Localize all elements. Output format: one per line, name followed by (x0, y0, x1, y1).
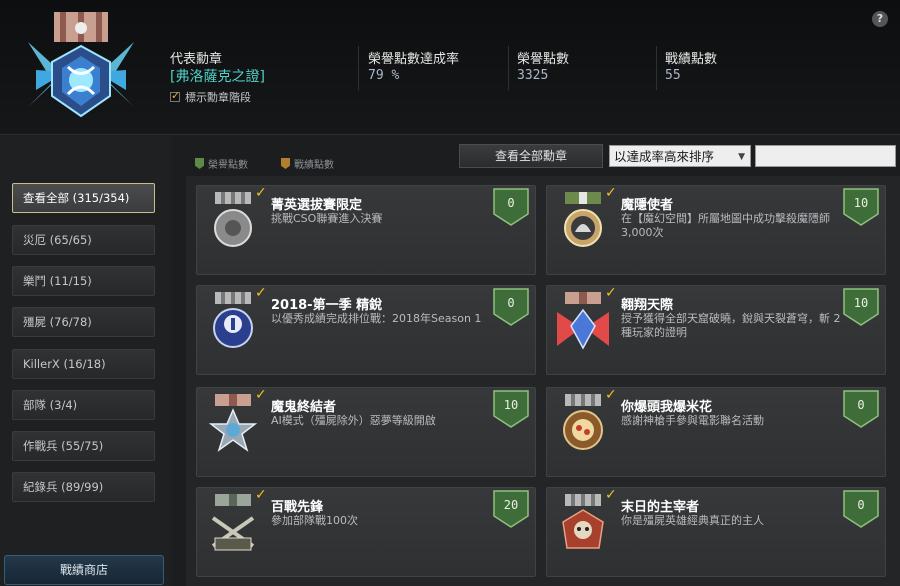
medal-title: 魔鬼終結者 (271, 400, 337, 415)
achieved-check-icon: ✓ (605, 285, 617, 301)
points-badge: 20 (493, 490, 529, 528)
points-value: 10 (853, 296, 869, 310)
achieved-check-icon: ✓ (255, 285, 267, 301)
sidebar-item-clan[interactable]: 部隊 (3/4) (12, 390, 155, 420)
medal-card[interactable]: ✓ 菁英選拔賽限定 挑戰CSO聯賽進入決賽 0 (196, 185, 536, 275)
rate-label: 榮譽點數達成率 (368, 52, 460, 67)
honor-flag-icon (195, 158, 204, 169)
chevron-down-icon: ▼ (738, 152, 745, 162)
achieved-check-icon: ✓ (605, 487, 617, 503)
points-value: 0 (507, 196, 515, 210)
medal-desc: 你是殭屍英雄經典真正的主人 (621, 514, 764, 527)
medal-desc: 挑戰CSO聯賽進入決賽 (271, 212, 383, 225)
merit-value: 55 (665, 68, 681, 83)
merit-flag-icon (281, 158, 290, 169)
sidebar-item-soldier[interactable]: 作戰兵 (55/75) (12, 431, 155, 461)
honor-value: 3325 (517, 68, 549, 83)
legend-honor-label: 榮譽點數 (208, 160, 248, 171)
medal-card[interactable]: ✓ 末日的主宰者 你是殭屍英雄經典真正的主人 0 (546, 487, 886, 577)
popcorn-medal-icon (563, 394, 603, 450)
divider (656, 46, 657, 90)
medal-title: 末日的主宰者 (621, 500, 700, 515)
achieved-check-icon: ✓ (255, 487, 267, 503)
show-tier-checkbox[interactable]: 標示勳章階段 (170, 89, 251, 105)
sort-value: 以達成率高來排序 (614, 149, 715, 164)
gear-medal-icon (214, 192, 252, 247)
help-icon[interactable]: ? (872, 11, 888, 27)
rate-value: 79 % (368, 68, 400, 83)
search-input[interactable] (755, 145, 896, 167)
wing-medal-icon (557, 292, 609, 350)
medal-card[interactable]: ✓ 你爆頭我爆米花 感謝神槍手參與電影聯名活動 0 (546, 387, 886, 477)
sidebar-item-fight[interactable]: 樂鬥 (11/15) (12, 266, 155, 296)
medal-title: 魔隱使者 (621, 198, 674, 213)
honor-label: 榮譽點數 (517, 52, 570, 67)
medal-card[interactable]: ✓ 百戰先鋒 參加部隊戰100次 20 (196, 487, 536, 577)
sidebar-item-all[interactable]: 查看全部 (315/354) (12, 183, 155, 213)
medal-card[interactable]: ✓ 2018-第一季 精銳 以優秀成績完成排位戰：2018年Season 1 0 (196, 285, 536, 375)
sidebar-item-killerx[interactable]: KillerX (16/18) (12, 349, 155, 379)
points-badge: 0 (843, 390, 879, 428)
medal-desc: 參加部隊戰100次 (271, 514, 358, 527)
points-value: 10 (503, 398, 519, 412)
points-badge: 0 (843, 490, 879, 528)
medal-desc: AI模式（殭屍除外）惡夢等級開啟 (271, 414, 436, 427)
sidebar-item-record[interactable]: 紀錄兵 (89/99) (12, 472, 155, 502)
legend-merit-label: 戰績點數 (294, 160, 334, 171)
points-badge: 10 (493, 390, 529, 428)
achieved-check-icon: ✓ (255, 387, 267, 403)
merit-label: 戰績點數 (665, 52, 718, 67)
eagle-medal-icon (564, 192, 602, 247)
medal-title: 百戰先鋒 (271, 500, 324, 515)
rep-medal-label: 代表勳章 (170, 52, 223, 67)
points-value: 0 (857, 398, 865, 412)
legend-honor: 榮譽點數 (195, 156, 248, 171)
medal-desc: 在【魔幻空間】所屬地圖中成功擊殺魔隱師3,000次 (621, 212, 830, 239)
medal-desc: 授予獲得全部天窟破曉，銳與天裂蒼穹，斬 2種玩家的證明 (621, 312, 841, 339)
medal-title: 翱翔天際 (621, 298, 674, 313)
checkbox-checked-icon[interactable] (170, 89, 180, 102)
skull-medal-icon (562, 494, 604, 549)
show-tier-label: 標示勳章階段 (185, 91, 251, 104)
sidebar-item-zombie[interactable]: 殭屍 (76/78) (12, 307, 155, 337)
points-badge: 0 (493, 188, 529, 226)
merit-shop-button[interactable]: 戰績商店 (4, 555, 164, 585)
points-badge: 0 (493, 288, 529, 326)
sidebar-item-disaster[interactable]: 災厄 (65/65) (12, 225, 155, 255)
medal-card[interactable]: ✓ 魔鬼終結者 AI模式（殭屍除外）惡夢等級開啟 10 (196, 387, 536, 477)
points-value: 10 (853, 196, 869, 210)
points-value: 0 (857, 498, 865, 512)
legend-merit: 戰績點數 (281, 156, 334, 171)
medal-desc: 感謝神槍手參與電影聯名活動 (621, 414, 764, 427)
achieved-check-icon: ✓ (605, 185, 617, 201)
points-badge: 10 (843, 288, 879, 326)
medal-title: 2018-第一季 精銳 (271, 298, 383, 313)
medal-title: 菁英選拔賽限定 (271, 198, 363, 213)
medal-card[interactable]: ✓ 翱翔天際 授予獲得全部天窟破曉，銳與天裂蒼穹，斬 2種玩家的證明 10 (546, 285, 886, 375)
star-medal-icon (208, 394, 258, 452)
sort-dropdown[interactable]: 以達成率高來排序 ▼ (609, 145, 751, 167)
points-value: 20 (503, 498, 519, 512)
medal-card[interactable]: ✓ 魔隱使者 在【魔幻空間】所屬地圖中成功擊殺魔隱師3,000次 10 (546, 185, 886, 275)
medal-desc: 以優秀成績完成排位戰：2018年Season 1 (271, 312, 482, 325)
points-value: 0 (507, 296, 515, 310)
medal-title: 你爆頭我爆米花 (621, 400, 713, 415)
points-badge: 10 (843, 188, 879, 226)
divider (508, 46, 509, 90)
achieved-check-icon: ✓ (605, 387, 617, 403)
100th-medal-icon (211, 494, 255, 551)
view-all-medals-button[interactable]: 查看全部勳章 (459, 144, 603, 168)
profile-header: ? 代表勳章 [弗洛薩克之證] 標示勳章階段 榮譽點數達成率 79 % 榮譽點數… (0, 0, 900, 135)
season-2018-medal-icon (213, 292, 253, 348)
rep-medal-name: [弗洛薩克之證] (170, 69, 265, 85)
representative-medal-icon[interactable] (18, 12, 144, 128)
divider (358, 46, 359, 90)
achieved-check-icon: ✓ (255, 185, 267, 201)
